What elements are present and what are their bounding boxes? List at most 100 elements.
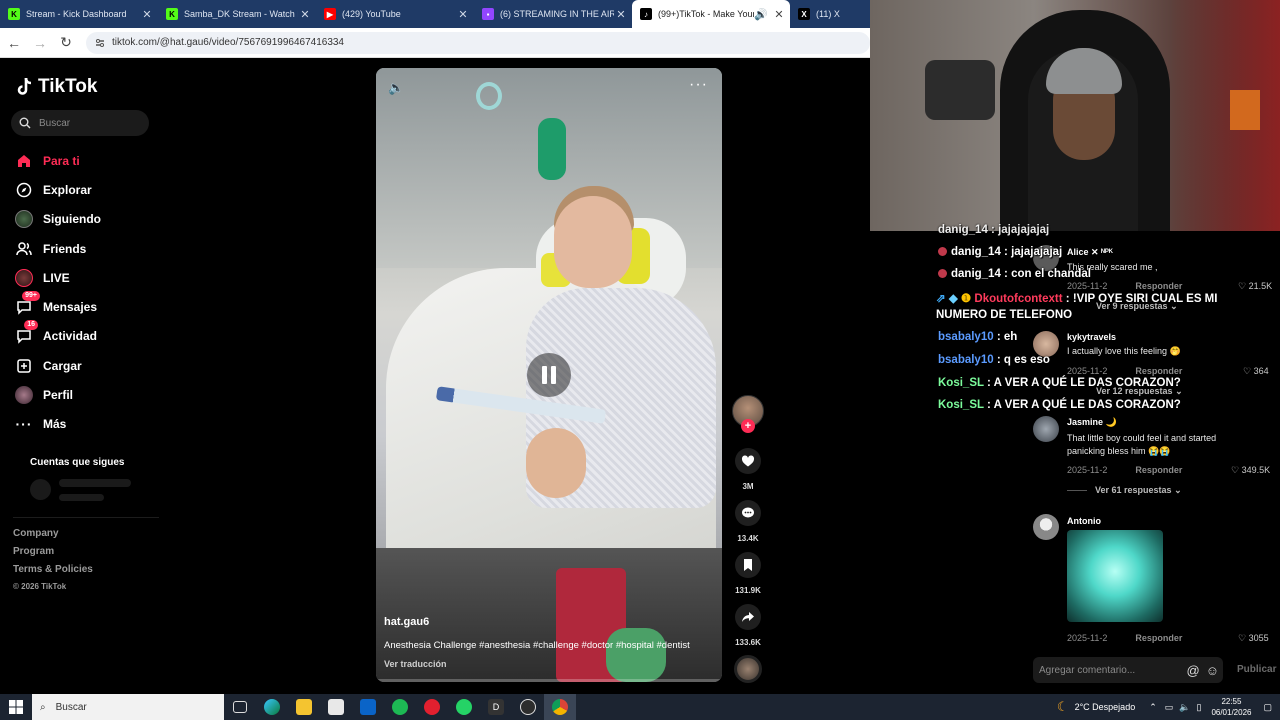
weather-text[interactable]: 2°C Despejado: [1075, 702, 1136, 712]
share-count: 133.6K: [735, 638, 761, 647]
chat-username: bsabaly10: [938, 354, 994, 366]
mention-icon[interactable]: @: [1187, 663, 1200, 678]
close-tab-icon[interactable]: ✕: [298, 8, 312, 21]
share-button[interactable]: [735, 604, 761, 630]
commenter-avatar[interactable]: [1033, 514, 1059, 540]
translate-link[interactable]: Ver traducción: [384, 659, 447, 669]
comment-button[interactable]: [735, 500, 761, 526]
sidebar-item-mas[interactable]: ··· Más: [14, 410, 164, 439]
video-player[interactable]: 🔈 ··· hat.gau6 Anesthesia Challenge #ane…: [376, 68, 722, 682]
volume-icon[interactable]: 🔈: [388, 80, 404, 96]
chat-text: q es eso: [1003, 354, 1050, 366]
footer-copyright: © 2026 TikTok: [13, 582, 67, 591]
site-settings-icon[interactable]: [94, 37, 106, 49]
like-count: 3M: [742, 482, 754, 491]
sidebar-item-para-ti[interactable]: Para ti: [14, 146, 164, 175]
comment-image[interactable]: [1067, 530, 1163, 622]
music-disc[interactable]: [734, 655, 762, 683]
sidebar-item-siguiendo[interactable]: Siguiendo: [14, 205, 164, 234]
close-tab-icon[interactable]: ✕: [456, 8, 470, 21]
spotify-icon[interactable]: [384, 694, 416, 720]
tray-expand-icon[interactable]: ⌃: [1149, 702, 1157, 713]
taskbar-search-placeholder: Buscar: [55, 701, 87, 713]
tab-twitch[interactable]: ▪ (6) STREAMING IN THE AIRPORT ✕: [474, 0, 632, 28]
sidebar-item-cargar[interactable]: Cargar: [14, 351, 164, 380]
comment-input[interactable]: Agregar comentario... @ ☺: [1033, 657, 1223, 683]
footer-company-link[interactable]: Company: [13, 528, 59, 539]
video-progress-bar[interactable]: [376, 679, 722, 682]
pause-bar: [551, 366, 556, 384]
close-tab-icon[interactable]: ✕: [140, 8, 154, 21]
tab-title: (99+)TikTok - Make Your Day: [658, 9, 754, 19]
view-replies-button[interactable]: Ver 61 respuestas ⌄: [1067, 485, 1182, 496]
video-frame-detail: [538, 118, 566, 180]
chrome-icon[interactable]: [544, 694, 576, 720]
task-view-icon[interactable]: [224, 694, 256, 720]
tab-samba-stream[interactable]: K Samba_DK Stream - Watch Live ✕: [158, 0, 316, 28]
reply-button[interactable]: Responder: [1135, 465, 1182, 475]
more-options-icon[interactable]: ···: [689, 76, 708, 94]
comment-author[interactable]: Alice ✕ ᴺᴾᴷ: [1067, 247, 1158, 258]
comment-like[interactable]: ♡ 349.5K: [1231, 460, 1270, 478]
volume-tray-icon[interactable]: 🔈: [1179, 702, 1190, 713]
footer-program-link[interactable]: Program: [13, 546, 54, 557]
obs-icon[interactable]: [512, 694, 544, 720]
sidebar-item-actividad[interactable]: 16 Actividad: [14, 320, 164, 351]
forward-icon[interactable]: →: [28, 31, 52, 55]
sidebar-item-friends[interactable]: Friends: [14, 234, 164, 263]
comment-like[interactable]: ♡ 364: [1243, 361, 1269, 379]
publish-button[interactable]: Publicar: [1237, 664, 1276, 675]
sidebar-item-live[interactable]: LIVE: [14, 263, 164, 292]
reply-button[interactable]: Responder: [1135, 633, 1182, 643]
opera-icon[interactable]: [416, 694, 448, 720]
close-tab-icon[interactable]: ✕: [614, 8, 628, 21]
emoji-icon[interactable]: ☺: [1206, 663, 1219, 678]
tiktok-logo[interactable]: TikTok: [16, 76, 97, 98]
url-field[interactable]: tiktok.com/@hat.gau6/video/7567691996467…: [86, 31, 870, 54]
sidebar-item-label: Explorar: [43, 182, 92, 197]
reload-icon[interactable]: ↻: [54, 31, 78, 55]
comment-like[interactable]: ♡ 21.5K: [1238, 276, 1272, 294]
file-explorer-icon[interactable]: [288, 694, 320, 720]
video-author[interactable]: hat.gau6: [384, 616, 429, 628]
comment-author[interactable]: kykytravels: [1067, 332, 1181, 342]
save-button[interactable]: [735, 552, 761, 578]
edge-icon[interactable]: [256, 694, 288, 720]
whatsapp-icon[interactable]: [448, 694, 480, 720]
network-icon[interactable]: ▭: [1165, 702, 1174, 713]
pause-button[interactable]: [527, 353, 571, 397]
sidebar-item-perfil[interactable]: Perfil: [14, 380, 164, 409]
reply-button[interactable]: Responder: [1135, 366, 1182, 376]
store-icon[interactable]: [320, 694, 352, 720]
tab-youtube[interactable]: ▶ (429) YouTube ✕: [316, 0, 474, 28]
system-tray: ☾ 2°C Despejado ⌃ ▭ 🔈 ▯ 22:55 06/01/2026…: [1057, 694, 1280, 720]
tab-tiktok[interactable]: ♪ (99+)TikTok - Make Your Day 🔊 ✕: [632, 0, 790, 28]
outlook-icon[interactable]: [352, 694, 384, 720]
taskbar-search[interactable]: ⌕ Buscar: [32, 694, 224, 720]
sidebar-item-label: Actividad: [43, 329, 98, 344]
windows-start-icon[interactable]: [0, 694, 32, 720]
clock[interactable]: 22:55 06/01/2026: [1211, 696, 1251, 718]
comment-author[interactable]: Jasmine 🌙: [1067, 417, 1242, 428]
tab-kick-dashboard[interactable]: K Stream - Kick Dashboard ✕: [0, 0, 158, 28]
app-d-icon[interactable]: D: [480, 694, 512, 720]
sidebar-item-mensajes[interactable]: 99+ Mensajes: [14, 291, 164, 321]
notifications-icon[interactable]: ▢: [1263, 702, 1272, 713]
commenter-avatar[interactable]: [1033, 416, 1059, 442]
close-tab-icon[interactable]: ✕: [772, 8, 786, 21]
sidebar-item-explorar[interactable]: Explorar: [14, 175, 164, 204]
like-button[interactable]: [735, 448, 761, 474]
comment-author[interactable]: Antonio: [1067, 516, 1101, 526]
back-icon[interactable]: ←: [2, 31, 26, 55]
speaker-icon[interactable]: 🔊: [754, 8, 768, 21]
search-input[interactable]: Buscar: [11, 110, 149, 136]
footer-terms-link[interactable]: Terms & Policies: [13, 564, 93, 575]
tab-x[interactable]: X (11) X: [790, 0, 840, 28]
chat-text: jajajajajaj: [1011, 246, 1063, 258]
comment-placeholder: Agregar comentario...: [1039, 664, 1136, 676]
comment-like[interactable]: ♡ 3055: [1238, 628, 1269, 646]
reply-button[interactable]: Responder: [1135, 281, 1182, 291]
battery-icon[interactable]: ▯: [1196, 702, 1201, 713]
comment-like-count: 364: [1253, 366, 1269, 376]
follow-plus-icon[interactable]: +: [741, 419, 755, 433]
